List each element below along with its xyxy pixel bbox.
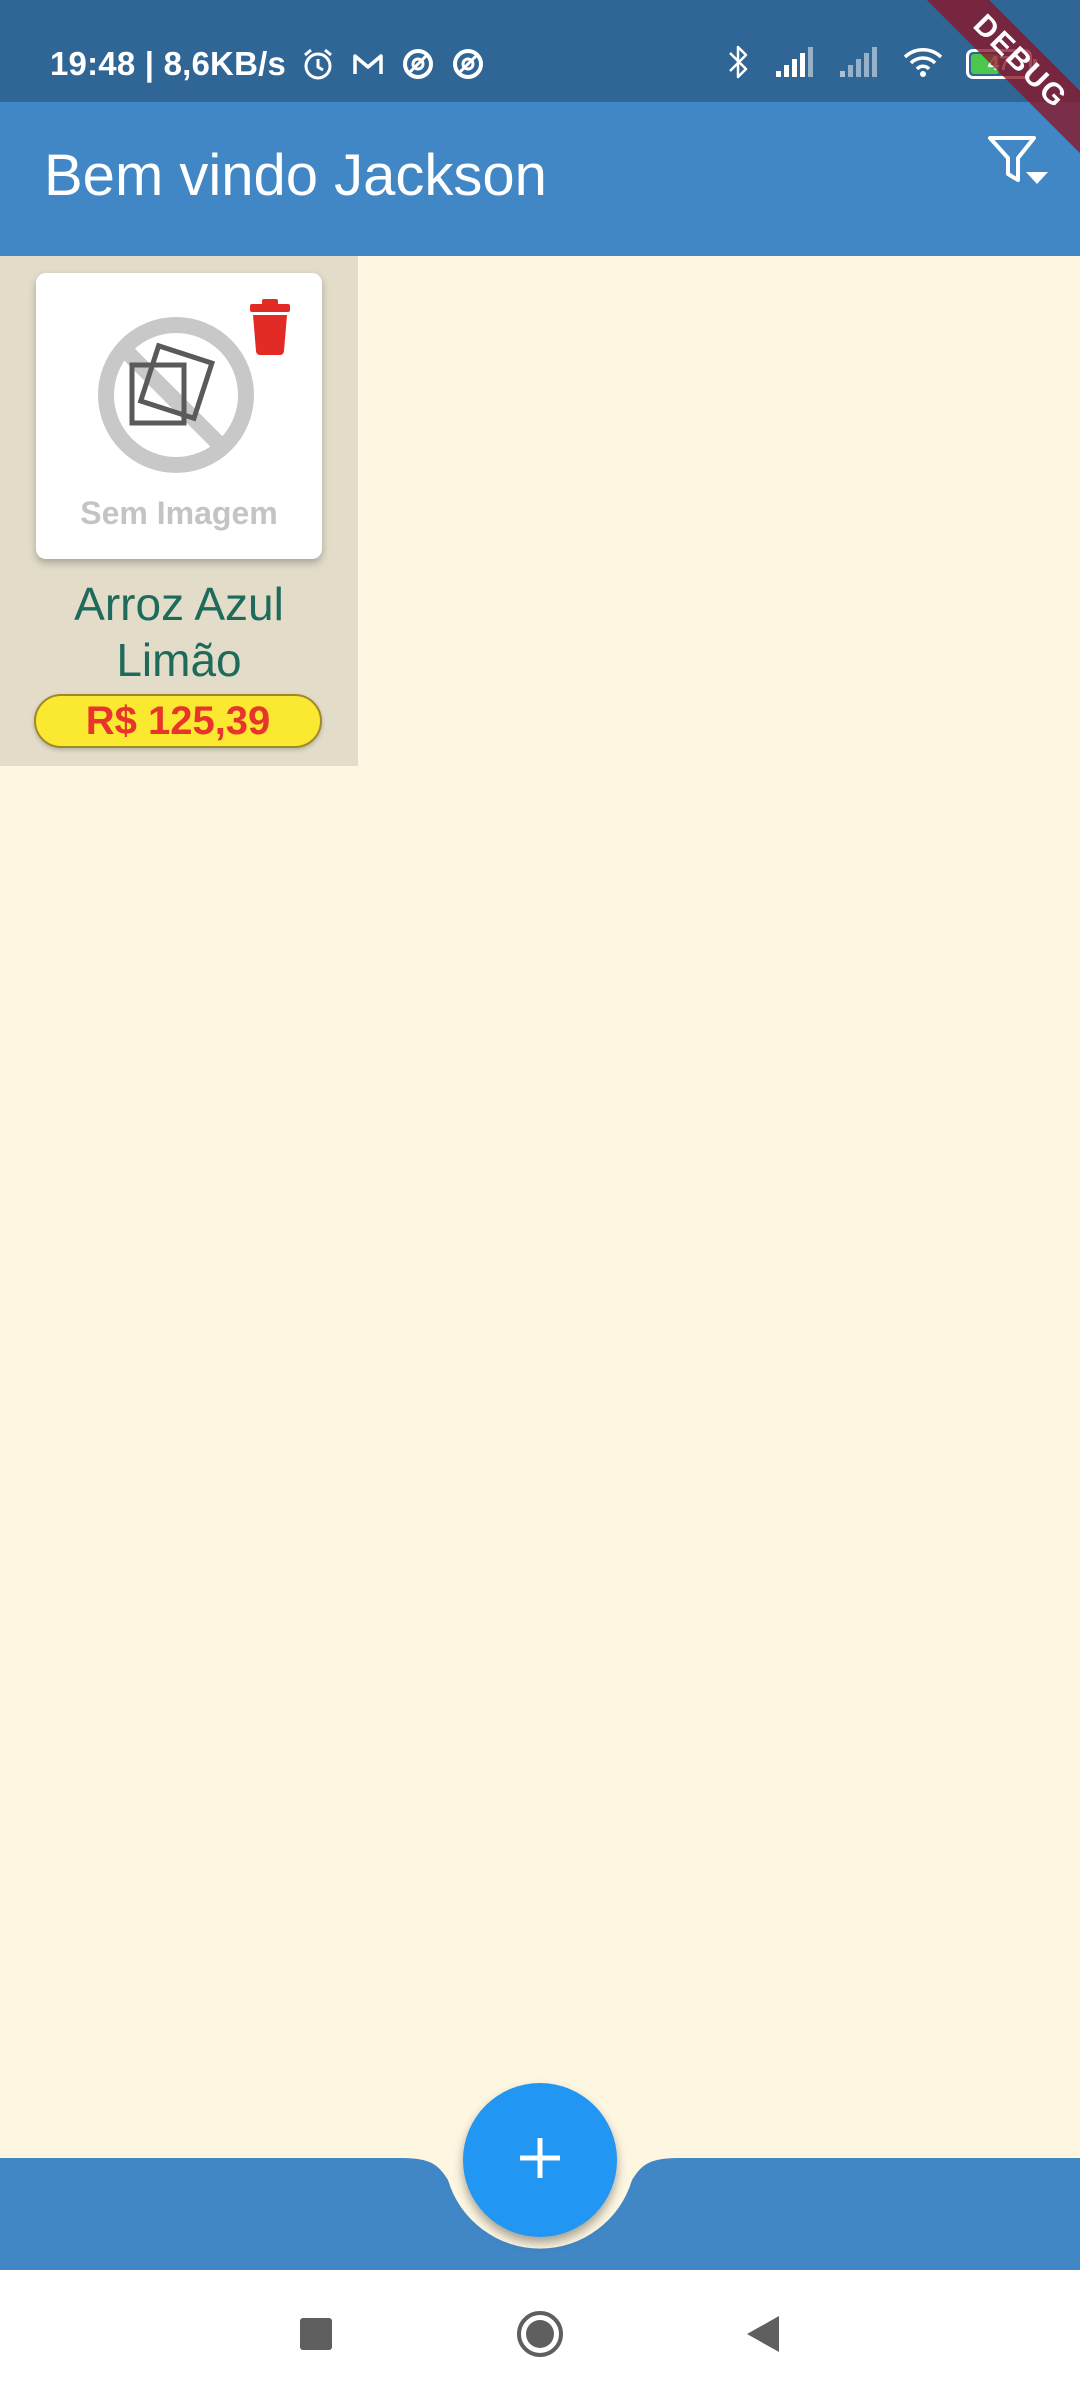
product-name: Arroz Azul Limão [10, 576, 348, 688]
delete-button[interactable] [248, 299, 292, 355]
system-nav-bar [0, 2270, 1080, 2400]
alarm-icon [300, 46, 336, 82]
trash-icon [248, 299, 292, 359]
filter-icon [986, 132, 1050, 197]
status-time-speed: 19:48 | 8,6KB/s [50, 45, 287, 82]
filter-button[interactable] [976, 122, 1060, 206]
price-badge: R$ 125,39 [34, 694, 322, 748]
home-button[interactable] [514, 2310, 566, 2362]
app-icon [400, 46, 436, 82]
status-left: 19:48 | 8,6KB/s [50, 44, 486, 84]
product-name-line2: Limão [116, 634, 242, 686]
status-bar: 19:48 | 8,6KB/s 47 [0, 0, 1080, 102]
page-title: Bem vindo Jackson [44, 143, 547, 208]
product-image: Sem Imagem [36, 273, 322, 559]
signal-icon [838, 45, 880, 84]
product-name-line1: Arroz Azul [74, 578, 284, 630]
recents-icon [298, 2316, 334, 2357]
wifi-icon [902, 45, 944, 84]
back-icon [743, 2314, 781, 2359]
app-icon [450, 46, 486, 82]
recents-button[interactable] [290, 2310, 342, 2362]
signal-icon [774, 45, 816, 84]
no-image-caption: Sem Imagem [80, 495, 278, 531]
product-card[interactable]: Sem Imagem Arroz Azul Limão R$ 125,39 [0, 256, 358, 766]
home-icon [515, 2309, 565, 2364]
bluetooth-icon [726, 43, 752, 86]
add-button[interactable] [463, 2083, 617, 2237]
plus-icon [518, 2136, 562, 2185]
back-button[interactable] [736, 2310, 788, 2362]
app-bar: Bem vindo Jackson [0, 102, 1080, 256]
gmail-icon [350, 46, 386, 82]
